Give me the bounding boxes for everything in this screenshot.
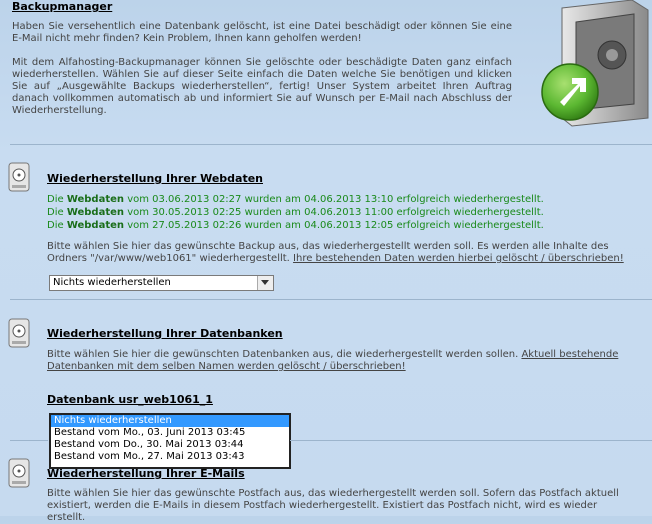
webdaten-backup-select[interactable]: Nichts wiederherstellen bbox=[49, 275, 274, 291]
listbox-option[interactable]: Bestand vom Do., 30. Mai 2013 03:44 bbox=[51, 439, 289, 451]
intro-paragraph-1: Haben Sie versehentlich eine Datenbank g… bbox=[12, 21, 512, 44]
hard-disk-icon bbox=[8, 162, 30, 192]
hard-disk-icon bbox=[8, 318, 30, 348]
section-title-webdaten: Wiederherstellung Ihrer Webdaten bbox=[47, 172, 263, 185]
restore-status-1: Die Webdaten vom 03.06.2013 02:27 wurden… bbox=[47, 194, 544, 205]
webdaten-description: Bitte wählen Sie hier das gewünschte Bac… bbox=[47, 241, 624, 264]
datenbanken-description: Bitte wählen Sie hier die gewünschten Da… bbox=[47, 349, 619, 372]
safe-restore-icon bbox=[541, 0, 649, 127]
listbox-option[interactable]: Nichts wiederherstellen bbox=[51, 415, 289, 427]
restore-status-3: Die Webdaten vom 27.05.2013 02:26 wurden… bbox=[47, 220, 544, 231]
webdaten-warning-link[interactable]: Ihre bestehenden Daten werden hierbei ge… bbox=[293, 253, 624, 264]
section-title-datenbanken: Wiederherstellung Ihrer Datenbanken bbox=[47, 327, 283, 340]
listbox-option[interactable]: Bestand vom Mo., 27. Mai 2013 03:43 bbox=[51, 451, 289, 463]
page-title: Backupmanager bbox=[12, 0, 113, 13]
emails-description: Bitte wählen Sie hier das gewünschte Pos… bbox=[47, 488, 619, 523]
divider bbox=[290, 440, 652, 441]
divider bbox=[10, 144, 652, 145]
listbox-option[interactable]: Bestand vom Mo., 03. Juni 2013 03:45 bbox=[51, 427, 289, 439]
database-backup-listbox[interactable]: Nichts wiederherstellen Bestand vom Mo.,… bbox=[49, 413, 291, 469]
chevron-down-icon[interactable] bbox=[257, 276, 273, 290]
section-title-emails: Wiederherstellung Ihrer E-Mails bbox=[47, 467, 245, 480]
restore-status-2: Die Webdaten vom 30.05.2013 02:25 wurden… bbox=[47, 207, 544, 218]
divider bbox=[10, 440, 48, 441]
divider bbox=[10, 299, 652, 300]
intro-paragraph-2: Mit dem Alfahosting-Backupmanager können… bbox=[12, 57, 512, 116]
database-name-label: Datenbank usr_web1061_1 bbox=[47, 393, 213, 406]
hard-disk-icon bbox=[8, 458, 30, 488]
